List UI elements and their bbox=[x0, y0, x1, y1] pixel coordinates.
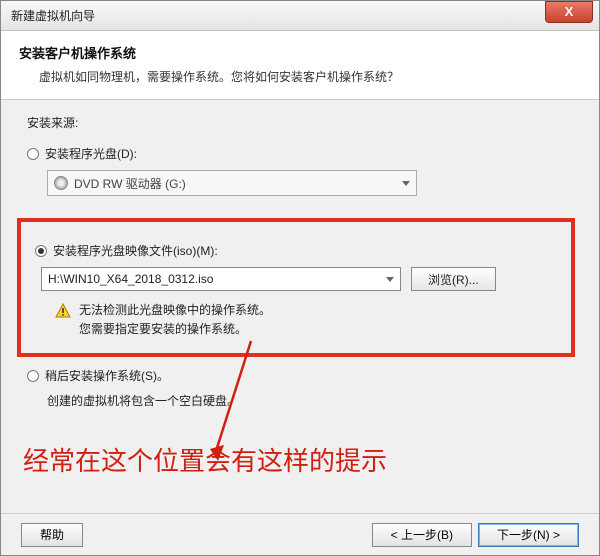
iso-path-combo[interactable]: H:\WIN10_X64_2018_0312.iso bbox=[41, 267, 401, 291]
close-button[interactable]: X bbox=[545, 1, 593, 23]
iso-warning-text: 无法检测此光盘映像中的操作系统。 您需要指定要安装的操作系统。 bbox=[79, 301, 271, 339]
radio-later[interactable] bbox=[27, 370, 39, 382]
disc-drive-value: DVD RW 驱动器 (G:) bbox=[74, 175, 186, 192]
highlighted-iso-section: 安装程序光盘映像文件(iso)(M): H:\WIN10_X64_2018_03… bbox=[17, 218, 575, 357]
option-iso-row[interactable]: 安装程序光盘映像文件(iso)(M): bbox=[35, 242, 557, 259]
dvd-icon bbox=[54, 176, 68, 190]
next-button[interactable]: 下一步(N) > bbox=[478, 523, 579, 547]
source-label: 安装来源: bbox=[27, 114, 573, 131]
back-button[interactable]: < 上一步(B) bbox=[372, 523, 472, 547]
page-title: 安装客户机操作系统 bbox=[19, 43, 581, 62]
option-later-hint: 创建的虚拟机将包含一个空白硬盘。 bbox=[47, 392, 573, 409]
footer: 帮助 < 上一步(B) 下一步(N) > bbox=[1, 513, 599, 555]
help-button[interactable]: 帮助 bbox=[21, 523, 83, 547]
radio-iso[interactable] bbox=[35, 245, 47, 257]
header-panel: 安装客户机操作系统 虚拟机如同物理机，需要操作系统。您将如何安装客户机操作系统？ bbox=[1, 31, 599, 100]
chevron-down-icon bbox=[402, 181, 410, 186]
window-title: 新建虚拟机向导 bbox=[11, 7, 95, 24]
iso-path-value: H:\WIN10_X64_2018_0312.iso bbox=[48, 272, 213, 286]
option-iso-label: 安装程序光盘映像文件(iso)(M): bbox=[53, 242, 218, 259]
chevron-down-icon bbox=[386, 277, 394, 282]
option-later-row[interactable]: 稍后安装操作系统(S)。 bbox=[27, 367, 573, 384]
iso-warning: 无法检测此光盘映像中的操作系统。 您需要指定要安装的操作系统。 bbox=[55, 301, 557, 339]
page-subtitle: 虚拟机如同物理机，需要操作系统。您将如何安装客户机操作系统？ bbox=[39, 68, 581, 85]
browse-button[interactable]: 浏览(R)... bbox=[411, 267, 496, 291]
titlebar: 新建虚拟机向导 X bbox=[1, 1, 599, 31]
option-disc-row[interactable]: 安装程序光盘(D): bbox=[27, 145, 573, 162]
warning-icon bbox=[55, 303, 71, 319]
option-disc-label: 安装程序光盘(D): bbox=[45, 145, 137, 162]
wizard-window: 新建虚拟机向导 X 安装客户机操作系统 虚拟机如同物理机，需要操作系统。您将如何… bbox=[0, 0, 600, 556]
option-later-label: 稍后安装操作系统(S)。 bbox=[45, 367, 169, 384]
radio-disc[interactable] bbox=[27, 148, 39, 160]
annotation-text: 经常在这个位置会有这样的提示 bbox=[23, 441, 573, 478]
content-area: 安装来源: 安装程序光盘(D): DVD RW 驱动器 (G:) 安装程序光盘映… bbox=[1, 100, 599, 478]
disc-drive-combo[interactable]: DVD RW 驱动器 (G:) bbox=[47, 170, 417, 196]
